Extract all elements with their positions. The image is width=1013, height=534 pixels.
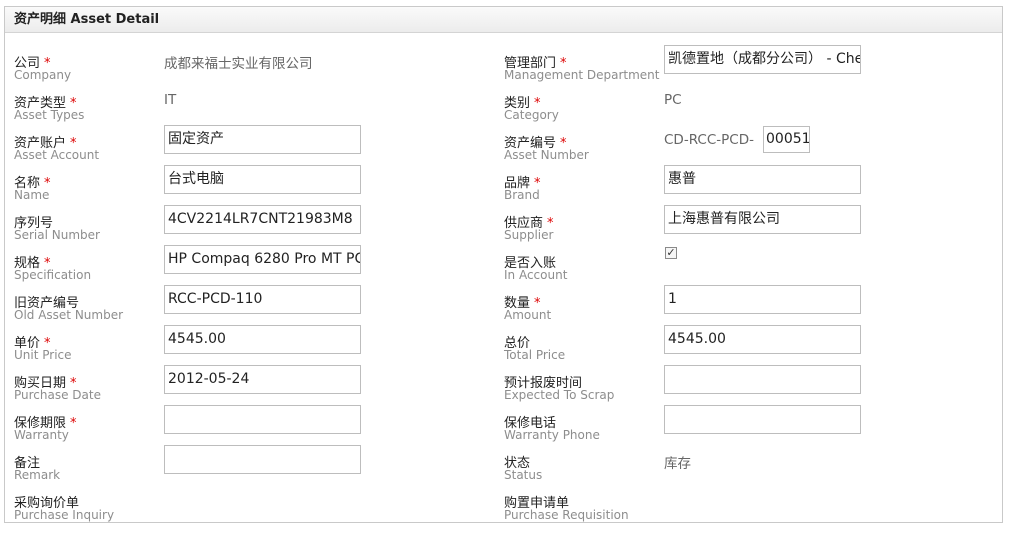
row-name: 名称 * Name 台式电脑 品牌 * Brand 惠普: [5, 163, 1002, 203]
row-remark: 备注 Remark 状态 Status 库存: [5, 443, 1002, 483]
expected-scrap-field[interactable]: [664, 365, 861, 394]
status-value: 库存: [664, 456, 691, 472]
mgmt-dept-field[interactable]: 凯德置地（成都分公司） - Cheng: [664, 45, 861, 74]
company-value: 成都来福士实业有限公司: [164, 56, 313, 72]
remark-field[interactable]: [164, 445, 361, 474]
row-company: 公司 * Company 成都来福士实业有限公司 管理部门 * Management…: [5, 43, 1002, 83]
row-price: 单价 * Unit Price 4545.00 总价 Total Price 45…: [5, 323, 1002, 363]
row-asset-account: 资产账户 * Asset Account 固定资产 资产编号 * Asset Num…: [5, 123, 1002, 163]
asset-number-prefix: CD-RCC-PCD-: [664, 132, 754, 148]
row-dates: 购买日期 * Purchase Date 2012-05-24 预计报废时间 Ex…: [5, 363, 1002, 403]
row-old-asset: 旧资产编号 Old Asset Number RCC-PCD-110 数量 * A…: [5, 283, 1002, 323]
required-mark: *: [70, 416, 77, 431]
purchase-date-field[interactable]: 2012-05-24: [164, 365, 361, 394]
specification-field[interactable]: HP Compaq 6280 Pro MT PC: [164, 245, 361, 274]
category-value: PC: [664, 92, 682, 108]
amount-field[interactable]: 1: [664, 285, 861, 314]
panel-title: 资产明细 Asset Detail: [5, 7, 1002, 33]
row-warranty: 保修期限 * Warranty 保修电话 Warranty Phone: [5, 403, 1002, 443]
in-account-checkbox[interactable]: ✓: [665, 247, 677, 259]
brand-field[interactable]: 惠普: [664, 165, 861, 194]
asset-type-value: IT: [164, 92, 177, 108]
warranty-phone-field[interactable]: [664, 405, 861, 434]
old-asset-number-field[interactable]: RCC-PCD-110: [164, 285, 361, 314]
row-serial: 序列号 Serial Number 4CV2214LR7CNT21983M8 供…: [5, 203, 1002, 243]
supplier-field[interactable]: 上海惠普有限公司: [664, 205, 861, 234]
asset-account-field[interactable]: 固定资产: [164, 125, 361, 154]
serial-number-field[interactable]: 4CV2214LR7CNT21983M8: [164, 205, 361, 234]
row-purchase-docs: 采购询价单 Purchase Inquiry 购置申请单 Purchase Re…: [14, 496, 629, 522]
asset-number-field[interactable]: 00051: [763, 126, 810, 153]
asset-detail-panel: 资产明细 Asset Detail 公司 * Company 成都来福士实业有限公…: [4, 6, 1003, 523]
row-specification: 规格 * Specification HP Compaq 6280 Pro MT …: [14, 245, 677, 282]
row-asset-type: 资产类型 * Asset Types IT 类别 * Category PC: [14, 92, 682, 122]
name-field[interactable]: 台式电脑: [164, 165, 361, 194]
warranty-field[interactable]: [164, 405, 361, 434]
total-price-field[interactable]: 4545.00: [664, 325, 861, 354]
unit-price-field[interactable]: 4545.00: [164, 325, 361, 354]
